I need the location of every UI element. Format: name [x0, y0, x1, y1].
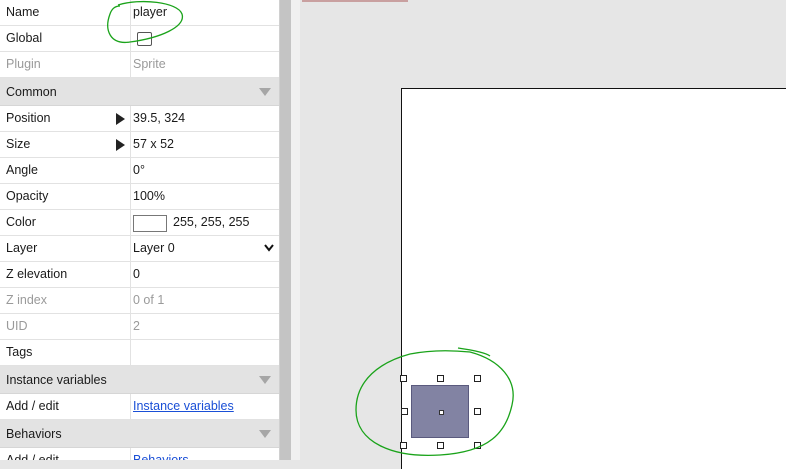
prop-row-add-edit-behaviors: Add / edit Behaviors — [0, 448, 279, 460]
collapse-arrow-icon[interactable] — [259, 430, 271, 438]
properties-panel: Name player Global Plugin Sprite Common … — [0, 0, 280, 460]
prop-row-position[interactable]: Position 39.5, 324 — [0, 106, 279, 132]
column-divider — [130, 132, 131, 157]
column-divider — [130, 26, 131, 51]
section-title-instance-variables: Instance variables — [6, 373, 107, 387]
column-divider — [130, 394, 131, 419]
expand-arrow-icon[interactable] — [116, 113, 125, 125]
prop-label-uid: UID — [6, 319, 28, 333]
origin-point[interactable] — [439, 410, 444, 415]
resize-handle-bottom[interactable] — [437, 442, 444, 449]
prop-row-global: Global — [0, 26, 279, 52]
prop-value-z-elevation[interactable]: 0 — [133, 262, 277, 287]
global-checkbox[interactable] — [137, 32, 152, 46]
prop-value-tags[interactable] — [133, 340, 277, 365]
prop-value-name[interactable]: player — [133, 0, 277, 25]
prop-row-plugin: Plugin Sprite — [0, 52, 279, 78]
prop-label-z-elevation: Z elevation — [6, 267, 68, 281]
section-instance-variables[interactable]: Instance variables — [0, 366, 279, 394]
resize-handle-bottom-left[interactable] — [400, 442, 407, 449]
prop-label-tags: Tags — [6, 345, 33, 359]
prop-row-z-elevation[interactable]: Z elevation 0 — [0, 262, 279, 288]
prop-row-layer[interactable]: Layer Layer 0 — [0, 236, 279, 262]
prop-label-angle: Angle — [6, 163, 38, 177]
prop-value-size[interactable]: 57 x 52 — [133, 132, 277, 157]
column-divider — [130, 448, 131, 460]
prop-label-size: Size — [6, 137, 31, 151]
section-title-common: Common — [6, 85, 57, 99]
editor-tab-indicator — [302, 0, 408, 2]
column-divider — [130, 210, 131, 235]
prop-value-uid: 2 — [133, 319, 140, 333]
section-title-behaviors: Behaviors — [6, 427, 62, 441]
resize-handle-right[interactable] — [474, 408, 481, 415]
resize-handle-top-right[interactable] — [474, 375, 481, 382]
column-divider — [130, 184, 131, 209]
prop-label-color: Color — [6, 215, 36, 229]
column-divider — [130, 0, 131, 25]
prop-label-add-edit-vars: Add / edit — [6, 399, 59, 413]
prop-value-position[interactable]: 39.5, 324 — [133, 106, 277, 131]
layer-select[interactable]: Layer 0 — [133, 236, 277, 261]
section-behaviors[interactable]: Behaviors — [0, 420, 279, 448]
prop-row-opacity[interactable]: Opacity 100% — [0, 184, 279, 210]
column-divider — [130, 314, 131, 339]
column-divider — [130, 288, 131, 313]
resize-handle-top-left[interactable] — [400, 375, 407, 382]
prop-row-add-edit-vars: Add / edit Instance variables — [0, 394, 279, 420]
prop-value-z-index: 0 of 1 — [133, 293, 165, 307]
column-divider — [130, 106, 131, 131]
color-swatch[interactable] — [133, 215, 167, 232]
prop-row-name[interactable]: Name player — [0, 0, 279, 26]
column-divider — [130, 158, 131, 183]
resize-handle-left[interactable] — [401, 408, 408, 415]
collapse-arrow-icon[interactable] — [259, 88, 271, 96]
collapse-arrow-icon[interactable] — [259, 376, 271, 384]
resize-handle-top[interactable] — [437, 375, 444, 382]
column-divider — [130, 340, 131, 365]
behaviors-link[interactable]: Behaviors — [133, 448, 277, 460]
prop-value-color[interactable]: 255, 255, 255 — [173, 210, 249, 235]
panel-splitter[interactable] — [280, 0, 291, 460]
expand-arrow-icon[interactable] — [116, 139, 125, 151]
prop-row-tags[interactable]: Tags — [0, 340, 279, 366]
column-divider — [130, 52, 131, 77]
prop-value-opacity[interactable]: 100% — [133, 184, 277, 209]
prop-label-global: Global — [6, 31, 43, 45]
prop-label-position: Position — [6, 111, 51, 125]
prop-label-z-index: Z index — [6, 293, 47, 307]
prop-row-angle[interactable]: Angle 0° — [0, 158, 279, 184]
prop-row-size[interactable]: Size 57 x 52 — [0, 132, 279, 158]
column-divider — [130, 236, 131, 261]
prop-row-color[interactable]: Color 255, 255, 255 — [0, 210, 279, 236]
chevron-down-icon[interactable] — [264, 242, 274, 254]
column-divider — [130, 262, 131, 287]
prop-label-layer: Layer — [6, 241, 38, 255]
prop-row-uid: UID 2 — [0, 314, 279, 340]
prop-label-add-edit-behaviors: Add / edit — [6, 453, 59, 460]
instance-variables-link[interactable]: Instance variables — [133, 394, 277, 419]
prop-label-name: Name — [6, 5, 40, 19]
resize-handle-bottom-right[interactable] — [474, 442, 481, 449]
prop-label-plugin: Plugin — [6, 57, 41, 71]
section-common[interactable]: Common — [0, 78, 279, 106]
panel-gutter — [291, 0, 300, 460]
prop-label-opacity: Opacity — [6, 189, 49, 203]
prop-value-plugin: Sprite — [133, 57, 166, 71]
prop-row-z-index: Z index 0 of 1 — [0, 288, 279, 314]
prop-value-angle[interactable]: 0° — [133, 158, 277, 183]
